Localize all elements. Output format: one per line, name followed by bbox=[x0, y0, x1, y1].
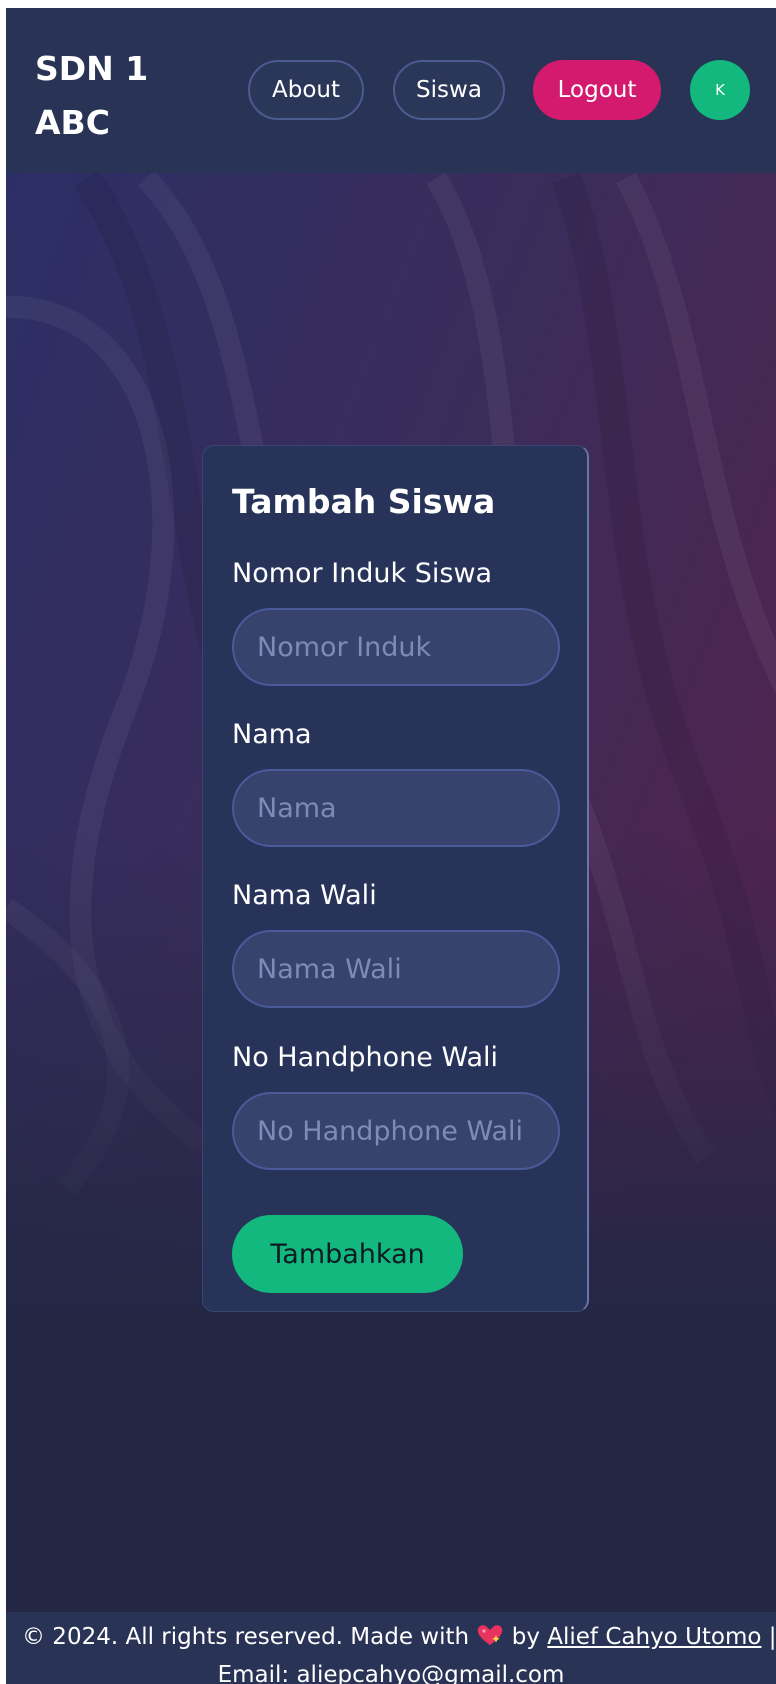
nama-wali-label: Nama Wali bbox=[232, 880, 377, 911]
form-title: Tambah Siswa bbox=[232, 482, 496, 521]
app-viewport: SDN 1 ABC About Siswa Logout K Tambah Si… bbox=[6, 8, 776, 1684]
nama-wali-input[interactable] bbox=[232, 930, 560, 1008]
nomor-induk-label: Nomor Induk Siswa bbox=[232, 558, 493, 589]
navbar: SDN 1 ABC About Siswa Logout K bbox=[6, 8, 776, 173]
brand-title: SDN 1 ABC bbox=[35, 49, 149, 142]
footer-email-line: Email: aliepcahyo@gmail.com bbox=[217, 1662, 565, 1684]
sparkling-heart-icon bbox=[478, 1625, 503, 1645]
add-student-form: Tambah Siswa Nomor Induk Siswa Nama Nama… bbox=[202, 445, 589, 1312]
footer-separator: | bbox=[768, 1624, 776, 1650]
nav-about-button[interactable]: About bbox=[248, 60, 364, 120]
nama-label: Nama bbox=[232, 719, 312, 750]
logout-button[interactable]: Logout bbox=[533, 60, 661, 120]
nama-input[interactable] bbox=[232, 769, 560, 847]
nomor-induk-input[interactable] bbox=[232, 608, 560, 686]
footer-by-text: by bbox=[511, 1624, 540, 1650]
user-avatar[interactable]: K bbox=[690, 60, 750, 120]
footer: © 2024. All rights reserved. Made with b… bbox=[6, 1612, 776, 1684]
footer-copyright-text: © 2024. All rights reserved. Made with bbox=[22, 1624, 470, 1650]
no-handphone-wali-label: No Handphone Wali bbox=[232, 1042, 498, 1073]
no-handphone-wali-input[interactable] bbox=[232, 1092, 560, 1170]
tambahkan-button[interactable]: Tambahkan bbox=[232, 1215, 463, 1293]
footer-copyright-line: © 2024. All rights reserved. Made with b… bbox=[22, 1618, 776, 1656]
footer-author-link[interactable]: Alief Cahyo Utomo bbox=[547, 1624, 761, 1650]
nav-siswa-button[interactable]: Siswa bbox=[393, 60, 505, 120]
